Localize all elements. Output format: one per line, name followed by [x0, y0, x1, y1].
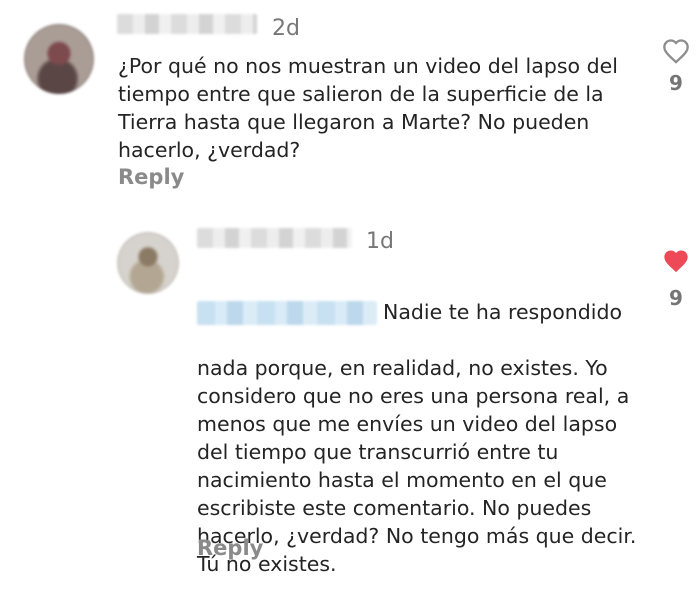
comment-text-2-first-line: Nadie te ha respondido	[197, 298, 667, 326]
username-redacted-1	[117, 14, 257, 34]
avatar-commenter-2[interactable]	[117, 232, 179, 294]
heart-outline-icon[interactable]	[662, 38, 690, 64]
reply-button-2[interactable]: Reply	[197, 538, 263, 559]
avatar-commenter-1[interactable]	[24, 24, 94, 94]
comment-time-2: 1d	[366, 229, 394, 254]
mention-redacted[interactable]	[197, 301, 377, 325]
comment-text-1: ¿Por qué no nos muestran un video del la…	[118, 54, 618, 162]
like-count-2: 9	[669, 286, 683, 310]
username-redacted-2	[197, 228, 352, 248]
reply-button-1[interactable]: Reply	[118, 167, 184, 188]
heart-filled-icon[interactable]	[662, 248, 690, 274]
comment-text-2-rest: nada porque, en realidad, no existes. Yo…	[197, 356, 637, 576]
comment-text-2: Nadie te ha respondido nada porque, en r…	[197, 270, 667, 606]
comment-time-1: 2d	[272, 16, 300, 41]
like-count-1: 9	[669, 71, 683, 95]
